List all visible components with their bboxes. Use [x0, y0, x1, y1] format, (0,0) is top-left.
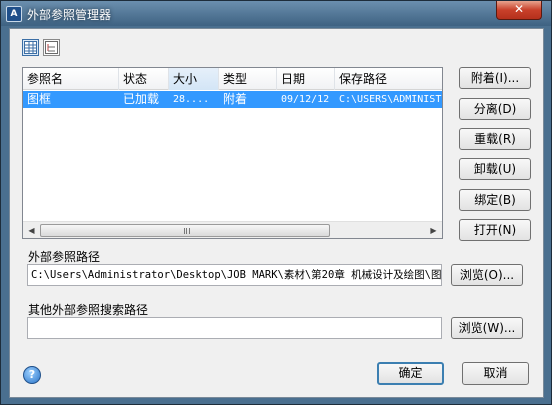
open-button[interactable]: 打开(N) — [459, 219, 531, 241]
close-button[interactable]: ✕ — [496, 1, 542, 20]
cancel-button[interactable]: 取消 — [462, 362, 529, 385]
table-row[interactable]: 图框 已加载 28.... 附着 09/12/12 C:\USERS\ADMIN… — [23, 91, 442, 108]
reload-button[interactable]: 重载(R) — [459, 128, 531, 150]
browse-xref-path-button[interactable]: 浏览(O)... — [451, 264, 523, 286]
tree-view-icon — [45, 41, 58, 54]
column-header-type[interactable]: 类型 — [219, 68, 277, 90]
column-header-size[interactable]: 大小 — [169, 68, 219, 90]
xref-manager-window: A 外部参照管理器 ✕ 参照名 状态 大小 类型 日期 保存路径 图框 已加载 … — [0, 0, 552, 405]
list-header: 参照名 状态 大小 类型 日期 保存路径 — [23, 68, 442, 90]
search-path-label: 其他外部参照搜索路径 — [28, 303, 149, 317]
scroll-left-arrow-icon[interactable]: ◀ — [23, 222, 40, 239]
scroll-right-arrow-icon[interactable]: ▶ — [425, 222, 442, 239]
column-header-date[interactable]: 日期 — [277, 68, 335, 90]
attach-button[interactable]: 附着(I)... — [459, 67, 531, 89]
window-title: 外部参照管理器 — [27, 8, 112, 22]
list-view-icon — [24, 41, 37, 54]
column-header-saved-path[interactable]: 保存路径 — [335, 68, 442, 90]
ok-button[interactable]: 确定 — [377, 362, 444, 385]
unload-button[interactable]: 卸载(U) — [459, 158, 531, 180]
row-size: 28.... — [173, 94, 210, 105]
column-header-status[interactable]: 状态 — [119, 68, 169, 90]
detach-button[interactable]: 分离(D) — [459, 98, 531, 120]
app-icon: A — [6, 6, 22, 22]
row-type: 附着 — [223, 92, 248, 106]
title-bar[interactable]: A 外部参照管理器 ✕ — [1, 1, 551, 26]
xref-path-field[interactable]: C:\Users\Administrator\Desktop\JOB MARK\… — [27, 264, 442, 286]
row-saved-path: C:\USERS\ADMINISTRATOR\DESKTOP\JOB MARK\ — [339, 94, 442, 105]
row-date: 09/12/12 — [281, 94, 330, 105]
column-header-name[interactable]: 参照名 — [23, 68, 119, 90]
xref-list[interactable]: 参照名 状态 大小 类型 日期 保存路径 图框 已加载 28.... 附着 09… — [22, 67, 443, 239]
search-path-field[interactable] — [27, 317, 442, 339]
scrollbar-thumb[interactable] — [40, 224, 330, 237]
horizontal-scrollbar[interactable]: ◀ ▶ — [23, 221, 442, 238]
tree-view-button[interactable] — [43, 39, 60, 56]
help-icon[interactable]: ? — [23, 366, 41, 384]
dialog-client-area: 参照名 状态 大小 类型 日期 保存路径 图框 已加载 28.... 附着 09… — [9, 28, 544, 398]
xref-path-label: 外部参照路径 — [28, 250, 101, 264]
scrollbar-grip-icon — [184, 228, 190, 234]
row-status: 已加载 — [123, 92, 160, 106]
list-view-button[interactable] — [22, 39, 39, 56]
bind-button[interactable]: 绑定(B) — [459, 189, 531, 211]
browse-search-path-button[interactable]: 浏览(W)... — [451, 317, 523, 339]
row-ref-name: 图框 — [27, 92, 52, 106]
